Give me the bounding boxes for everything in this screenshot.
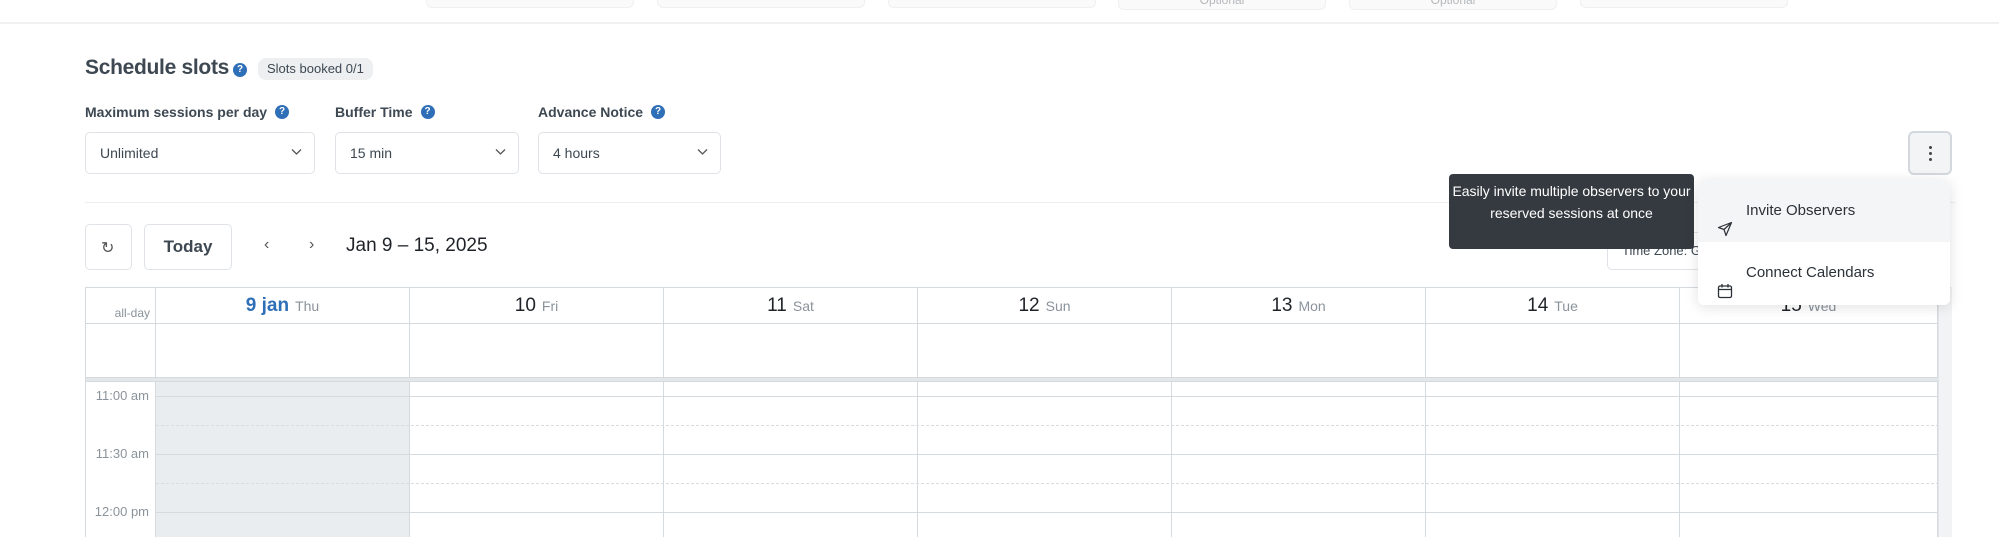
chevron-down-icon xyxy=(697,133,708,156)
calendar-icon xyxy=(1717,264,1733,299)
day-header[interactable]: 10 Fri xyxy=(410,288,663,324)
top-card[interactable] xyxy=(426,0,634,8)
time-label: 11:00 am xyxy=(95,388,149,403)
question-circle-icon[interactable]: ? xyxy=(275,105,290,120)
menu-item-invite-observers[interactable]: Invite Observers xyxy=(1698,180,1950,242)
hour-gridline xyxy=(156,454,1944,455)
day-header[interactable]: 11 Sat xyxy=(664,288,917,324)
today-time-column[interactable] xyxy=(156,382,410,537)
day-header[interactable]: 13 Mon xyxy=(1172,288,1425,324)
day-header-today[interactable]: 9 jan Thu xyxy=(156,288,409,324)
top-fields-strip: Optional Optional xyxy=(0,0,1999,24)
week-calendar: all-day 11:00 am 11:30 am 12:00 pm 9 jan… xyxy=(85,287,1952,537)
top-card-optional[interactable]: Optional xyxy=(1349,0,1557,10)
top-card[interactable] xyxy=(888,0,1096,8)
max-sessions-select[interactable]: Unlimited xyxy=(85,132,315,174)
today-button[interactable]: Today xyxy=(144,224,232,270)
menu-item-connect-calendars[interactable]: Connect Calendars xyxy=(1698,242,1950,304)
hour-gridline xyxy=(156,512,1944,513)
top-card[interactable] xyxy=(1580,0,1788,8)
kebab-icon xyxy=(1929,146,1932,164)
slots-booked-badge: Slots booked 0/1 xyxy=(258,58,373,80)
top-card[interactable] xyxy=(657,0,865,8)
buffer-time-label: Buffer Time? xyxy=(335,104,435,120)
all-day-row[interactable] xyxy=(86,324,1951,377)
advance-notice-label: Advance Notice? xyxy=(538,104,666,120)
send-icon xyxy=(1717,202,1733,237)
advance-notice-select[interactable]: 4 hours xyxy=(538,132,721,174)
half-hour-gridline xyxy=(156,425,1944,426)
invite-observers-tooltip: Easily invite multiple observers to your… xyxy=(1449,174,1694,249)
time-label: 12:00 pm xyxy=(94,504,149,519)
more-options-menu: Invite Observers Connect Calendars xyxy=(1698,180,1950,305)
time-label: 11:30 am xyxy=(95,446,149,461)
date-range-title: Jan 9 – 15, 2025 xyxy=(346,235,488,256)
next-week-button[interactable]: › xyxy=(309,236,314,254)
day-header[interactable]: 12 Sun xyxy=(918,288,1171,324)
chevron-down-icon xyxy=(291,133,302,156)
question-circle-icon[interactable]: ? xyxy=(420,105,435,120)
buffer-time-select[interactable]: 15 min xyxy=(335,132,519,174)
refresh-icon: ↻ xyxy=(101,240,115,257)
top-card-optional[interactable]: Optional xyxy=(1118,0,1326,10)
max-sessions-label: Maximum sessions per day? xyxy=(85,104,290,120)
prev-week-button[interactable]: ‹ xyxy=(264,236,269,254)
section-title: Schedule slots xyxy=(85,56,230,79)
half-hour-gridline xyxy=(156,483,1944,484)
question-circle-icon[interactable]: ? xyxy=(651,105,666,120)
chevron-down-icon xyxy=(495,133,506,156)
more-options-button[interactable] xyxy=(1908,131,1952,175)
day-header[interactable]: 14 Tue xyxy=(1426,288,1679,324)
hour-gridline xyxy=(156,396,1944,397)
calendar-scrollbar[interactable] xyxy=(1938,288,1952,537)
refresh-button[interactable]: ↻ xyxy=(85,224,132,270)
question-circle-icon[interactable]: ? xyxy=(233,63,247,77)
